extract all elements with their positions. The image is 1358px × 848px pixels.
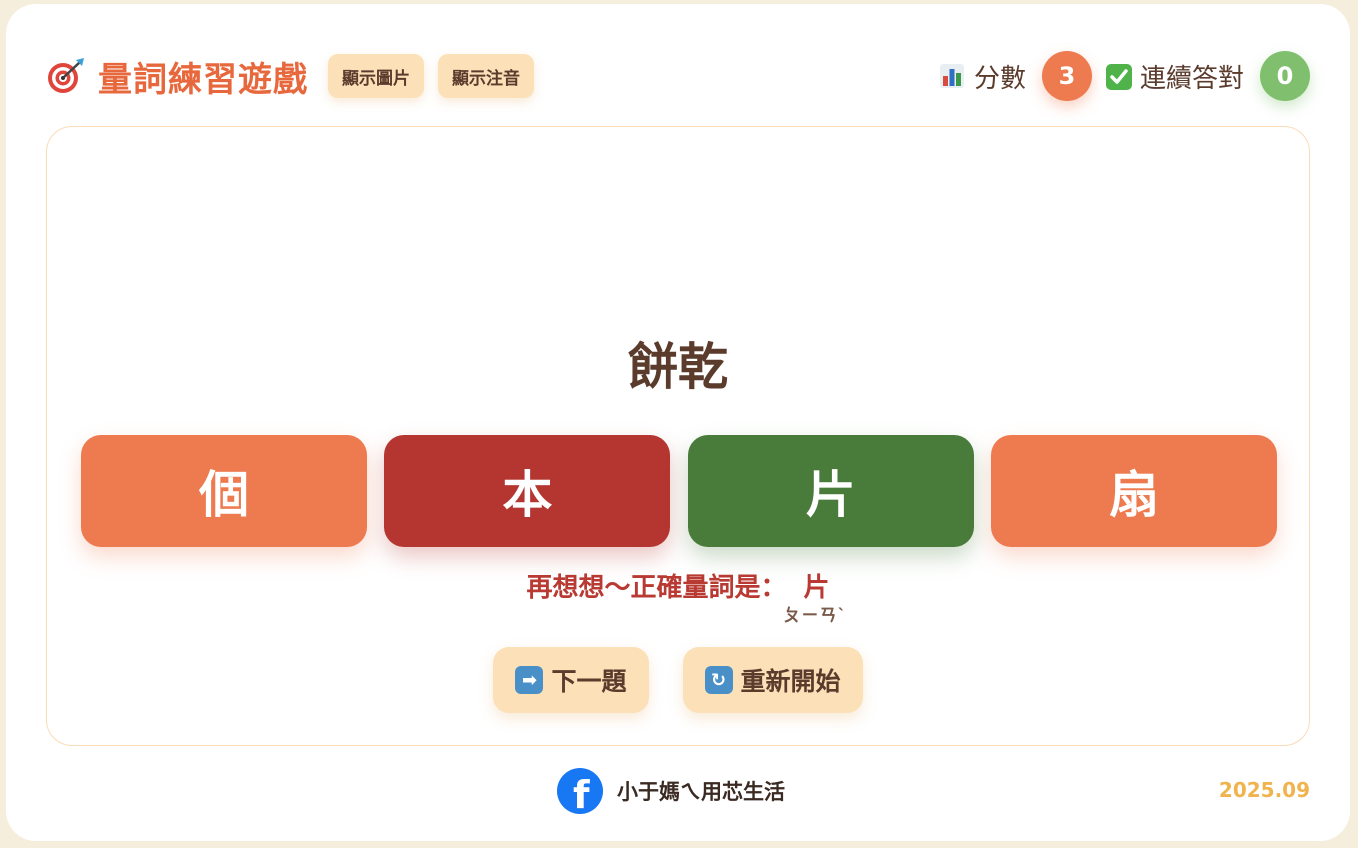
stats-area: 分數 3 連續答對 0 bbox=[939, 48, 1310, 104]
option-button-correct[interactable]: 片 bbox=[687, 435, 974, 547]
option-button-wrong[interactable]: 本 bbox=[384, 435, 671, 547]
title-area: 量詞練習遊戲 顯示圖片 顯示注音 bbox=[46, 48, 548, 104]
game-panel: 餅乾 個 本 片 扇 再想想～正確量詞是： 片 ㄆㄧㄢˋ ➡ 下一題 ↻ 重新開… bbox=[46, 126, 1310, 746]
restart-button[interactable]: ↻ 重新開始 bbox=[682, 647, 863, 713]
correct-answer: 片 ㄆㄧㄢˋ bbox=[784, 567, 847, 626]
restart-label: 重新開始 bbox=[740, 667, 841, 696]
option-button[interactable]: 個 bbox=[81, 435, 367, 547]
answer-options: 個 本 片 扇 bbox=[81, 435, 1277, 547]
page-title: 量詞練習遊戲 bbox=[98, 59, 308, 100]
action-buttons: ➡ 下一題 ↻ 重新開始 bbox=[47, 647, 1309, 713]
facebook-link[interactable]: f 小于媽ㄟ用芯生活 bbox=[557, 768, 785, 817]
option-button[interactable]: 扇 bbox=[990, 435, 1277, 547]
check-box-icon bbox=[1105, 64, 1132, 90]
arrow-right-icon: ➡ bbox=[515, 666, 544, 694]
facebook-icon: f bbox=[557, 768, 603, 817]
next-question-button[interactable]: ➡ 下一題 bbox=[493, 647, 649, 713]
next-question-label: 下一題 bbox=[551, 667, 627, 696]
refresh-icon: ↻ bbox=[704, 666, 733, 694]
streak-label-wrap: 連續答對 bbox=[1105, 58, 1244, 95]
correct-answer-char: 片 bbox=[803, 573, 830, 603]
streak-badge: 0 bbox=[1260, 51, 1310, 101]
show-images-button[interactable]: 顯示圖片 bbox=[328, 54, 424, 98]
show-zhuyin-button[interactable]: 顯示注音 bbox=[438, 54, 534, 98]
footer: f 小于媽ㄟ用芯生活 2025.09 bbox=[6, 768, 1350, 817]
version-date: 2025.09 bbox=[1218, 778, 1310, 802]
facebook-page-name: 小于媽ㄟ用芯生活 bbox=[617, 780, 785, 804]
question-word: 餅乾 bbox=[628, 338, 728, 396]
bar-chart-icon bbox=[939, 64, 964, 88]
correct-answer-zhuyin: ㄆㄧㄢˋ bbox=[783, 606, 848, 626]
target-icon bbox=[46, 56, 86, 96]
score-label-wrap: 分數 bbox=[939, 58, 1026, 95]
score-badge: 3 bbox=[1041, 51, 1092, 101]
feedback-text: 再想想～正確量詞是： bbox=[526, 573, 787, 603]
streak-label: 連續答對 bbox=[1139, 63, 1244, 94]
score-label: 分數 bbox=[973, 63, 1026, 94]
feedback-message: 再想想～正確量詞是： 片 ㄆㄧㄢˋ bbox=[47, 567, 1309, 626]
header: 量詞練習遊戲 顯示圖片 顯示注音 分數 3 連續答對 0 bbox=[46, 48, 1310, 104]
main-card: 量詞練習遊戲 顯示圖片 顯示注音 分數 3 連續答對 0 餅乾 個 本 片 扇 … bbox=[6, 4, 1350, 841]
